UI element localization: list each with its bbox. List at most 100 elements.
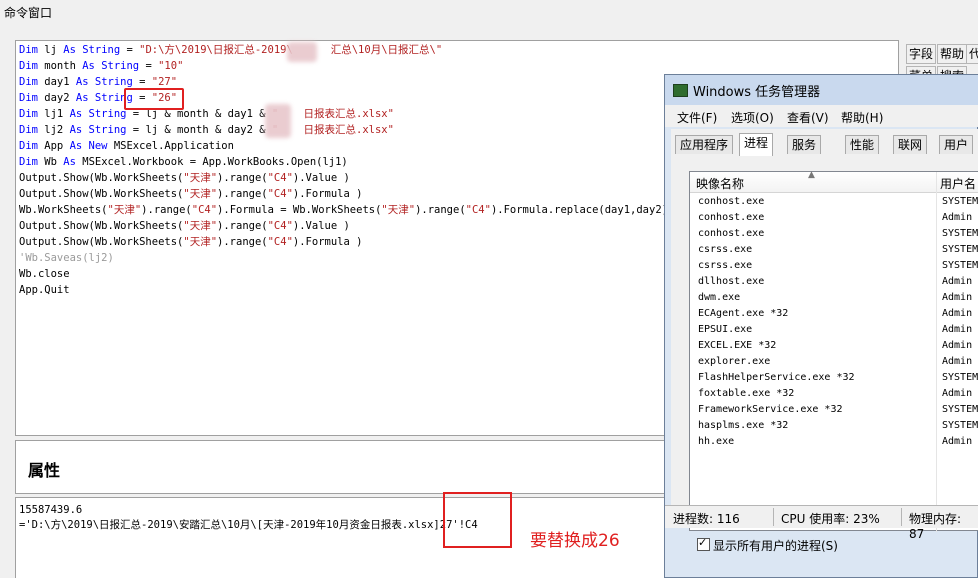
process-user: Admin [942, 324, 973, 335]
code-token: As New [69, 140, 108, 152]
process-name[interactable]: dllhost.exe [698, 276, 764, 287]
code-line: 'Wb.Saveas(lj2) [19, 251, 114, 265]
code-line: Dim day1 As String = "27" [19, 75, 177, 89]
code-token: App.Quit [19, 284, 70, 296]
code-token: "C4" [267, 188, 293, 200]
menu-options[interactable]: 选项(O) [731, 109, 774, 126]
code-token: ).Formula ) [292, 236, 363, 248]
task-manager-icon [673, 84, 688, 97]
code-token: Dim [19, 140, 38, 152]
menu-help[interactable]: 帮助(H) [841, 109, 883, 126]
process-name[interactable]: FrameworkService.exe *32 [698, 404, 843, 415]
tab-processes[interactable]: 进程 [739, 133, 774, 156]
process-user: SYSTEM [942, 196, 978, 207]
process-user: Admin [942, 356, 973, 367]
code-token: ).Formula = Wb.WorkSheets( [217, 204, 382, 216]
code-token: Wb [37, 156, 64, 168]
tab-services[interactable]: 服务 [787, 135, 822, 154]
process-user: Admin [942, 292, 973, 303]
tab-applications[interactable]: 应用程序 [675, 135, 734, 154]
process-name[interactable]: dwm.exe [698, 292, 740, 303]
code-token: Dim [19, 108, 38, 120]
properties-title: 属性 [28, 461, 61, 480]
code-line: Dim App As New MSExcel.Application [19, 139, 234, 153]
code-token: Dim [19, 60, 38, 72]
code-token: As String [69, 108, 127, 120]
side-tab-help[interactable]: 帮助 [937, 44, 968, 64]
code-token: "10" [158, 60, 184, 72]
side-tab-code[interactable]: 代 [966, 44, 978, 64]
code-line: Dim lj1 As String = lj & month & day1 & … [19, 107, 394, 121]
process-name[interactable]: hasplms.exe *32 [698, 420, 788, 431]
code-token: "天津" [183, 220, 218, 232]
sort-arrow-icon: ▲ [808, 170, 815, 180]
code-token: ).range( [217, 236, 268, 248]
menu-file[interactable]: 文件(F) [677, 109, 717, 126]
code-token: ).Formula.replace(day1,day2) [490, 204, 668, 216]
output-line: ='D:\方\2019\日报汇总-2019\安踏汇总\10月\[天津-2019年… [19, 519, 478, 531]
annotation-text: 要替换成26 [530, 531, 620, 551]
process-name[interactable]: foxtable.exe *32 [698, 388, 794, 399]
code-token: ).Formula ) [292, 188, 363, 200]
status-separator [901, 508, 902, 526]
process-name[interactable]: explorer.exe [698, 356, 770, 367]
code-line: Wb.close [19, 267, 70, 281]
code-token: = [132, 76, 152, 88]
code-token: App [37, 140, 70, 152]
code-line: Dim lj2 As String = lj & month & day2 & … [19, 123, 394, 137]
code-token: As String [63, 44, 121, 56]
code-token: day1 [37, 76, 76, 88]
code-token: As [63, 156, 76, 168]
code-token: "天津" [107, 204, 142, 216]
code-token: "C4" [267, 172, 293, 184]
show-all-users-label: 显示所有用户的进程(S) [713, 539, 838, 553]
code-token: ).Value ) [292, 220, 350, 232]
side-tab-fields[interactable]: 字段 [906, 44, 937, 64]
code-token: = [139, 60, 159, 72]
process-name[interactable]: EXCEL.EXE *32 [698, 340, 776, 351]
tab-performance[interactable]: 性能 [845, 135, 880, 154]
column-image-name[interactable]: 映像名称 [696, 175, 744, 192]
code-line: Dim month As String = "10" [19, 59, 183, 73]
process-user: Admin [942, 212, 973, 223]
process-name[interactable]: ECAgent.exe *32 [698, 308, 788, 319]
process-name[interactable]: csrss.exe [698, 244, 752, 255]
process-name[interactable]: EPSUI.exe [698, 324, 752, 335]
process-name[interactable]: conhost.exe [698, 196, 764, 207]
code-token: Wb.WorkSheets( [19, 204, 108, 216]
code-token: "C4" [465, 204, 491, 216]
code-token: day2 [37, 92, 76, 104]
code-token: As String [82, 60, 140, 72]
code-token: lj [37, 44, 64, 56]
menu-view[interactable]: 查看(V) [787, 109, 829, 126]
tab-network[interactable]: 联网 [893, 135, 928, 154]
process-name[interactable]: conhost.exe [698, 228, 764, 239]
code-token: Wb.close [19, 268, 70, 280]
code-token: ).range( [415, 204, 466, 216]
status-cpu: CPU 使用率: 23% [781, 512, 880, 526]
process-name[interactable]: hh.exe [698, 436, 734, 447]
code-token: lj1 [37, 108, 70, 120]
task-manager-titlebar[interactable]: Windows 任务管理器 [665, 75, 978, 105]
process-user: SYSTEM [942, 228, 978, 239]
code-token: "27" [151, 76, 178, 88]
code-token: "天津" [381, 204, 416, 216]
code-line: Wb.WorkSheets("天津").range("C4").Formula … [19, 203, 668, 217]
code-token: Dim [19, 124, 38, 136]
column-user-name[interactable]: 用户名 [940, 175, 976, 192]
code-line: Dim Wb As MSExcel.Workbook = App.WorkBoo… [19, 155, 348, 169]
show-all-users-checkbox[interactable]: 显示所有用户的进程(S) [697, 536, 838, 554]
process-name[interactable]: FlashHelperService.exe *32 [698, 372, 855, 383]
tab-users[interactable]: 用户 [939, 135, 974, 154]
code-token: = [120, 44, 140, 56]
process-name[interactable]: csrss.exe [698, 260, 752, 271]
code-token: Dim [19, 76, 38, 88]
code-token: "C4" [267, 236, 293, 248]
process-user: SYSTEM [942, 260, 978, 271]
code-token: ).range( [217, 220, 268, 232]
process-name[interactable]: conhost.exe [698, 212, 764, 223]
status-separator [773, 508, 774, 526]
process-list[interactable]: 映像名称 用户名 ▲ conhost.exe SYSTEM conhost.exe A… [689, 170, 978, 532]
code-token: "天津" [183, 172, 218, 184]
code-token: ).Value ) [292, 172, 350, 184]
